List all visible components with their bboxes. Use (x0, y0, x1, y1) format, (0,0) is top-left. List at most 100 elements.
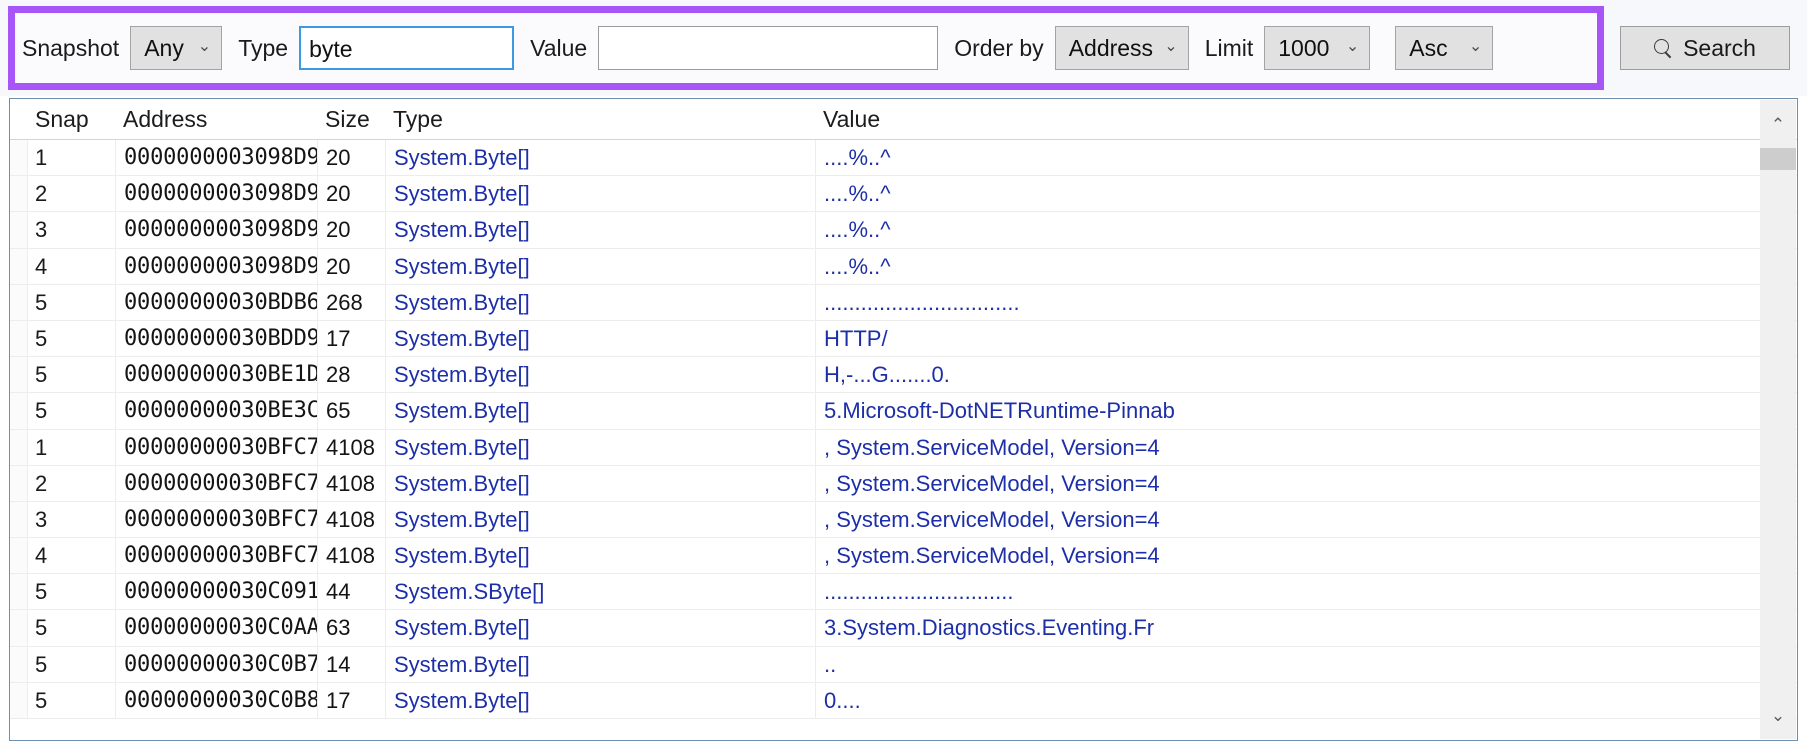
cell-size: 4108 (317, 429, 385, 466)
table-row[interactable]: 5 00000000030BDB6(268 System.Byte[].......… (10, 284, 1797, 321)
table-row[interactable]: 3 0000000003098D9(20 System.Byte[] ....%..^ (10, 212, 1797, 249)
cell-value: , System.ServiceModel, Version=4 (815, 538, 1705, 575)
cell-type: System.Byte[] (385, 248, 815, 285)
limit-select-value: 1000 (1278, 34, 1330, 61)
cell-address: 00000000030C091⁄ (115, 574, 317, 611)
order-by-select-value: Address (1068, 34, 1154, 61)
table-row[interactable]: 5 00000000030C091⁄ 44 System.SByte[].......… (10, 574, 1797, 611)
cell-type: System.Byte[] (385, 176, 815, 213)
cell-value: HTTP/ (815, 320, 1705, 358)
table-row[interactable]: 1 0000000003098D9(20 System.Byte[] ....%..^ (10, 140, 1797, 177)
cell-address: 00000000030C0B8£ (115, 682, 317, 719)
table-row[interactable]: 4 00000000030BFC7(4108 System.Byte[], Syst… (10, 538, 1797, 575)
cell-snap: 5 (35, 325, 48, 351)
cell-type: System.SByte[] (385, 574, 815, 611)
cell-snap: 2 (35, 181, 48, 207)
snapshot-select[interactable]: Any ⌄ (130, 26, 223, 70)
sort-direction-select[interactable]: Asc ⌄ (1395, 26, 1494, 70)
cell-value: , System.ServiceModel, Version=4 (815, 501, 1705, 539)
cell-address: 00000000030BE3C£ (115, 393, 317, 430)
cell-address: 0000000003098D9( (115, 176, 317, 213)
cell-value: 0.... (815, 682, 1705, 719)
table-row[interactable]: 5 00000000030BE1D⁄ 28 System.Byte[] H,-...G.… (10, 357, 1797, 394)
cell-address: 0000000003098D9( (115, 140, 317, 177)
cell-value: ....%..^ (815, 176, 1705, 213)
table-row[interactable]: 1 00000000030BFC7(4108 System.Byte[], Syst… (10, 429, 1797, 466)
cell-size: 20 (317, 140, 385, 177)
cell-value: , System.ServiceModel, Version=4 (815, 465, 1705, 502)
type-input[interactable]: byte (299, 26, 515, 70)
vertical-scrollbar[interactable]: ⌃ ⌄ (1760, 100, 1796, 739)
scrollbar-track[interactable] (1760, 148, 1796, 691)
value-label: Value (530, 35, 588, 61)
chevron-down-icon: ⌄ (197, 38, 212, 56)
table-row[interactable]: 2 0000000003098D9(20 System.Byte[] ....%..^ (10, 176, 1797, 213)
cell-value: .. (815, 646, 1705, 683)
order-by-label: Order by (954, 35, 1044, 61)
column-header-address[interactable]: Address (115, 99, 317, 140)
cell-size: 63 (317, 610, 385, 647)
limit-select[interactable]: 1000 ⌄ (1264, 26, 1371, 70)
table-row[interactable]: 5 00000000030C0B7£ 14 System.Byte[].. (10, 646, 1797, 683)
cell-type: System.Byte[] (385, 140, 815, 177)
cell-snap: 4 (35, 253, 48, 279)
cell-type: System.Byte[] (385, 610, 815, 647)
cell-value: 3.System.Diagnostics.Eventing.Fr (815, 610, 1705, 647)
cell-size: 17 (317, 320, 385, 358)
snapshot-label: Snapshot (22, 35, 120, 61)
cell-size: 20 (317, 212, 385, 249)
cell-snap: 2 (35, 470, 48, 496)
cell-snap: 5 (35, 362, 48, 388)
cell-size: 4108 (317, 501, 385, 539)
search-button[interactable]: Search (1620, 26, 1790, 70)
results-grid-viewport: Snap Address Size Type Value 1 0000000003… (10, 99, 1797, 740)
column-header-value[interactable]: Value (815, 99, 1705, 140)
chevron-down-icon: ⌄ (1770, 705, 1786, 725)
value-input[interactable] (598, 26, 939, 70)
table-row[interactable]: 5 00000000030BE3C£ 65 System.Byte[] 5.Micros… (10, 393, 1797, 430)
cell-type: System.Byte[] (385, 465, 815, 502)
cell-value: H,-...G.......0. (815, 357, 1705, 394)
table-row[interactable]: 5 00000000030C0AA£ 63 System.Byte[] 3.System… (10, 610, 1797, 647)
cell-size: 65 (317, 393, 385, 430)
cell-snap: 4 (35, 543, 48, 569)
chevron-down-icon: ⌄ (1164, 38, 1178, 56)
grid-body: 1 0000000003098D9(20 System.Byte[] ....%..^… (10, 140, 1797, 740)
table-row[interactable]: 5 00000000030C0B8£ 17 System.Byte[] 0.... (10, 682, 1797, 719)
snapshot-select-value: Any (144, 34, 184, 61)
table-row[interactable]: 5 00000000030BDD9(17 System.Byte[] HTTP/ (10, 320, 1797, 358)
cell-type: System.Byte[] (385, 682, 815, 719)
table-row[interactable]: 3 00000000030BFC7(4108 System.Byte[], Syst… (10, 501, 1797, 539)
chevron-down-icon: ⌄ (1345, 38, 1360, 56)
table-row[interactable]: 2 00000000030BFC7(4108 System.Byte[], Syst… (10, 465, 1797, 502)
scrollbar-thumb[interactable] (1760, 148, 1796, 170)
cell-value: 5.Microsoft-DotNETRuntime-Pinnab (815, 393, 1705, 430)
cell-value: ....%..^ (815, 248, 1705, 285)
cell-type: System.Byte[] (385, 212, 815, 249)
cell-value: ....%..^ (815, 140, 1705, 177)
column-header-size[interactable]: Size (317, 99, 385, 140)
column-header-type[interactable]: Type (385, 99, 815, 140)
cell-type: System.Byte[] (385, 538, 815, 575)
cell-address: 0000000003098D9( (115, 212, 317, 249)
cell-snap: 5 (35, 579, 48, 605)
table-row[interactable]: 4 0000000003098D9(20 System.Byte[] ....%..^ (10, 248, 1797, 285)
cell-snap: 5 (35, 687, 48, 713)
scroll-up-button[interactable]: ⌃ (1760, 100, 1796, 148)
cell-size: 17 (317, 682, 385, 719)
chevron-up-icon: ⌃ (1770, 114, 1786, 134)
scroll-down-button[interactable]: ⌄ (1760, 691, 1796, 739)
cell-address: 0000000003098D9( (115, 248, 317, 285)
cell-snap: 3 (35, 506, 48, 532)
cell-size: 4108 (317, 538, 385, 575)
cell-address: 00000000030C0AA£ (115, 610, 317, 647)
cell-snap: 1 (35, 145, 48, 170)
cell-value: ................................ (815, 284, 1705, 321)
filter-controls: Snapshot Any ⌄ Type byte Value Order by … (22, 26, 1494, 70)
cell-size: 28 (317, 357, 385, 394)
cell-snap: 5 (35, 289, 48, 315)
order-by-select[interactable]: Address ⌄ (1054, 26, 1189, 70)
cell-type: System.Byte[] (385, 320, 815, 358)
column-header-snap[interactable]: Snap (27, 99, 115, 140)
cell-type: System.Byte[] (385, 429, 815, 466)
